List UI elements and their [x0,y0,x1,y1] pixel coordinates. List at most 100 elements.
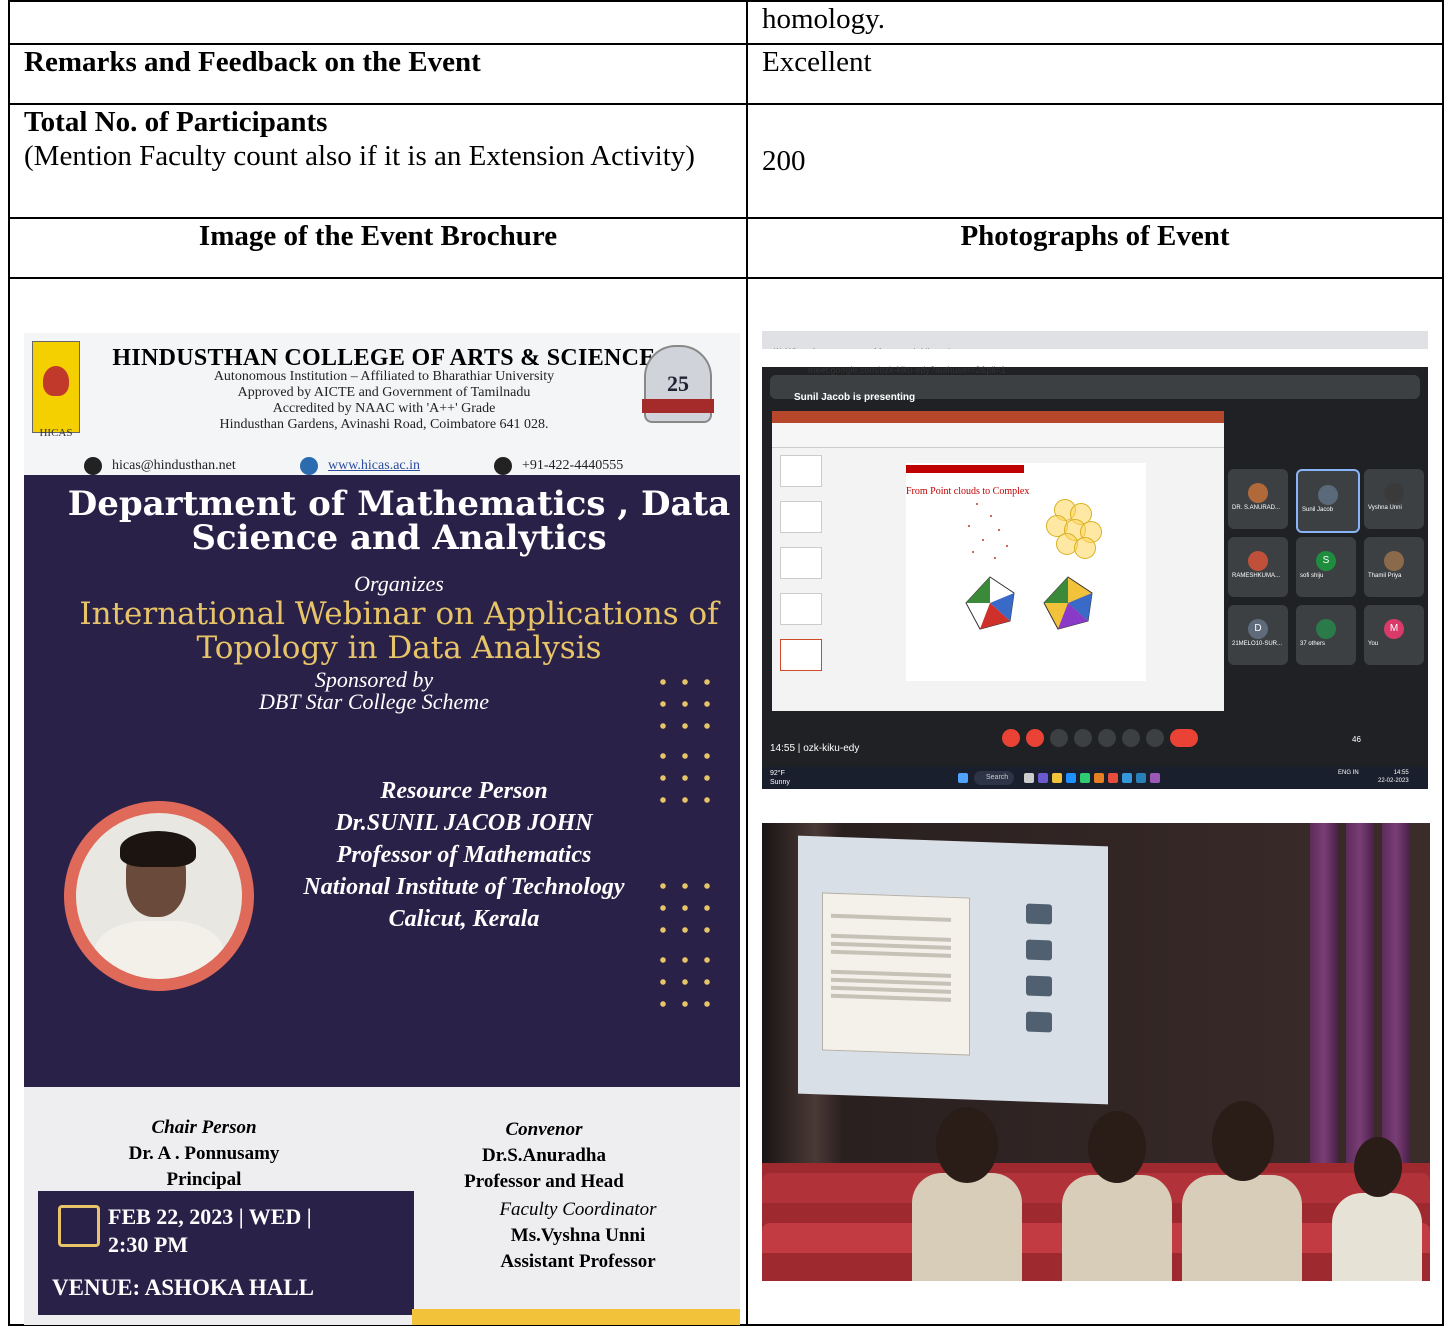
globe-icon [300,456,318,475]
captions-icon [1050,729,1068,747]
phone-text: +91-422-4440555 [522,458,624,473]
participant-name: RAMESHKUMA... [1232,573,1281,579]
search-box: Search [974,771,1014,785]
coordinator-label: Faculty Coordinator [499,1199,657,1220]
college-line: Approved by AICTE and Government of Tami… [237,385,531,400]
college-line: Hindusthan Gardens, Avinashi Road, Coimb… [219,417,549,432]
slide-thumbnail [780,501,822,533]
resource-person-photo [64,801,254,991]
camera-off-icon [1026,729,1044,747]
address-bar: meet.google.com/ozk-kiku-edy?authuser=2&… [762,349,1428,375]
sponsored-by-text: Sponsored by [314,667,434,692]
raise-hand-icon [1074,729,1092,747]
auditorium-photo [762,823,1430,1281]
chair-role: Principal [166,1169,242,1190]
powerpoint-window: From Point clouds to Complex [772,411,1224,711]
dot-pattern [652,949,716,1019]
calendar-icon [58,1205,100,1247]
flame-icon [43,366,69,396]
photographs-heading: Photographs of Event [746,217,1444,279]
weather-desc: Sunny [770,779,790,786]
chair-label: Chair Person [151,1117,257,1138]
remarks-value: Excellent [746,43,1444,105]
participants-note: (Mention Faculty count also if it is an … [24,140,695,172]
slide-title: From Point clouds to Complex [906,486,1030,497]
clock-time: 14:55 [1393,770,1409,776]
participant-name: Vyshna Unni [1368,505,1402,511]
projected-slide [822,892,970,1056]
department-title: Department of Mathematics , Data Science… [67,484,731,558]
browser-tabs: (1) WhatsApp Meet – ozk-kiku-edy [762,331,1428,357]
meet-screenshot: (1) WhatsApp Meet – ozk-kiku-edy meet.go… [762,331,1428,789]
present-icon [1122,729,1140,747]
leave-call-icon [1170,729,1198,747]
participant-name: sofi shiju [1300,573,1324,579]
projection-screen [798,835,1108,1105]
convenor-name: Dr.S.Anuradha [482,1145,606,1166]
college-line: Autonomous Institution – Affiliated to B… [213,369,555,384]
webinar-title: International Webinar on Applications of… [79,596,719,666]
emblem-band [642,399,714,413]
dot-pattern [652,671,716,741]
yellow-strip [412,1309,740,1325]
more-options-icon [1146,729,1164,747]
mic-off-icon [1002,729,1020,747]
weather-temp: 92°F [770,770,785,777]
participant-tile: Thamil Priya [1364,537,1424,597]
participant-name: DR. S.ANURAD... [1232,505,1281,511]
participants-value: 200 [746,103,1444,219]
windows-taskbar: 92°F Sunny Search ENG IN 14:55 22-02-2023 [762,767,1428,789]
audience-member [912,1093,1022,1281]
participant-name: Sunil Jacob [1302,507,1334,513]
participant-name: 21MELO10-SUR... [1232,641,1283,647]
scheme-text: DBT Star College Scheme [259,689,489,714]
simplicial-complex-graphic [1043,576,1093,630]
convenor-label: Convenor [505,1119,583,1140]
date-time: FEB 22, 2023 | WED | 2:30 PM [108,1203,312,1259]
sponsor-block: Sponsored by DBT Star College Scheme [164,669,584,713]
slide-title-bar [906,465,1024,473]
clock-date: 22-02-2023 [1378,778,1409,784]
participant-tile: RAMESHKUMA... [1228,537,1288,597]
slide-thumbnail [780,547,822,579]
participant-tile: Ssofi shiju [1296,537,1356,597]
brochure-header: HICAS HINDUSTHAN COLLEGE OF ARTS & SCIEN… [24,333,740,475]
participant-tile: DR. S.ANURAD... [1228,469,1288,529]
slide-thumbnail [780,639,822,671]
event-date: FEB 22, 2023 | WED | [108,1204,312,1229]
resource-person-block: Resource Person Dr.SUNIL JACOB JOHN Prof… [254,775,674,935]
presenting-banner: Sunil Jacob is presenting [770,375,1420,403]
taskbar-clock: 14:55 22-02-2023 [1378,769,1409,785]
slide-thumbnail [780,455,822,487]
row1-left-cell [8,0,748,45]
college-logo: HICAS [32,341,80,439]
brochure-cell: HICAS HINDUSTHAN COLLEGE OF ARTS & SCIEN… [8,277,748,1326]
audience-member [1332,1123,1422,1281]
slide-thumbnails [774,451,826,703]
date-venue-box: FEB 22, 2023 | WED | 2:30 PM VENUE: ASHO… [38,1191,414,1315]
participant-tile: Vyshna Unni [1364,469,1424,529]
brochure-footer: Chair Person Dr. A . Ponnusamy Principal… [24,1087,740,1325]
brochure-heading: Image of the Event Brochure [8,217,748,279]
college-details: Autonomous Institution – Affiliated to B… [104,369,664,433]
weather-widget: 92°F Sunny [770,769,790,787]
coordinator-name: Ms.Vyshna Unni [510,1225,646,1246]
mail-icon [84,456,102,475]
resource-person-institution: National Institute of Technology [303,874,625,900]
event-venue: VENUE: ASHOKA HALL [52,1275,314,1300]
resource-person-role: Professor of Mathematics [336,842,592,868]
ppt-titlebar [772,411,1224,423]
convenor-role: Professor and Head [464,1171,624,1192]
meet-controls-bar: 14:55 | ozk-kiku-edy 46 [762,723,1428,754]
participant-name: 37 others [1300,641,1326,647]
resource-person-name: Dr.SUNIL JACOB JOHN [335,810,593,836]
participant-name: You [1368,641,1379,647]
participants-label: Total No. of Participants [24,106,328,138]
participant-tile: Sunil Jacob [1296,469,1360,533]
participant-grid: DR. S.ANURAD... Sunil Jacob Vyshna Unni … [1228,469,1424,697]
anniversary-emblem: 25 [642,345,714,423]
event-brochure: HICAS HINDUSTHAN COLLEGE OF ARTS & SCIEN… [24,333,740,1325]
participant-tile: M You [1364,605,1424,665]
chair-person-block: Chair Person Dr. A . Ponnusamy Principal [94,1115,314,1193]
row1-right-cell: homology. [746,0,1444,45]
